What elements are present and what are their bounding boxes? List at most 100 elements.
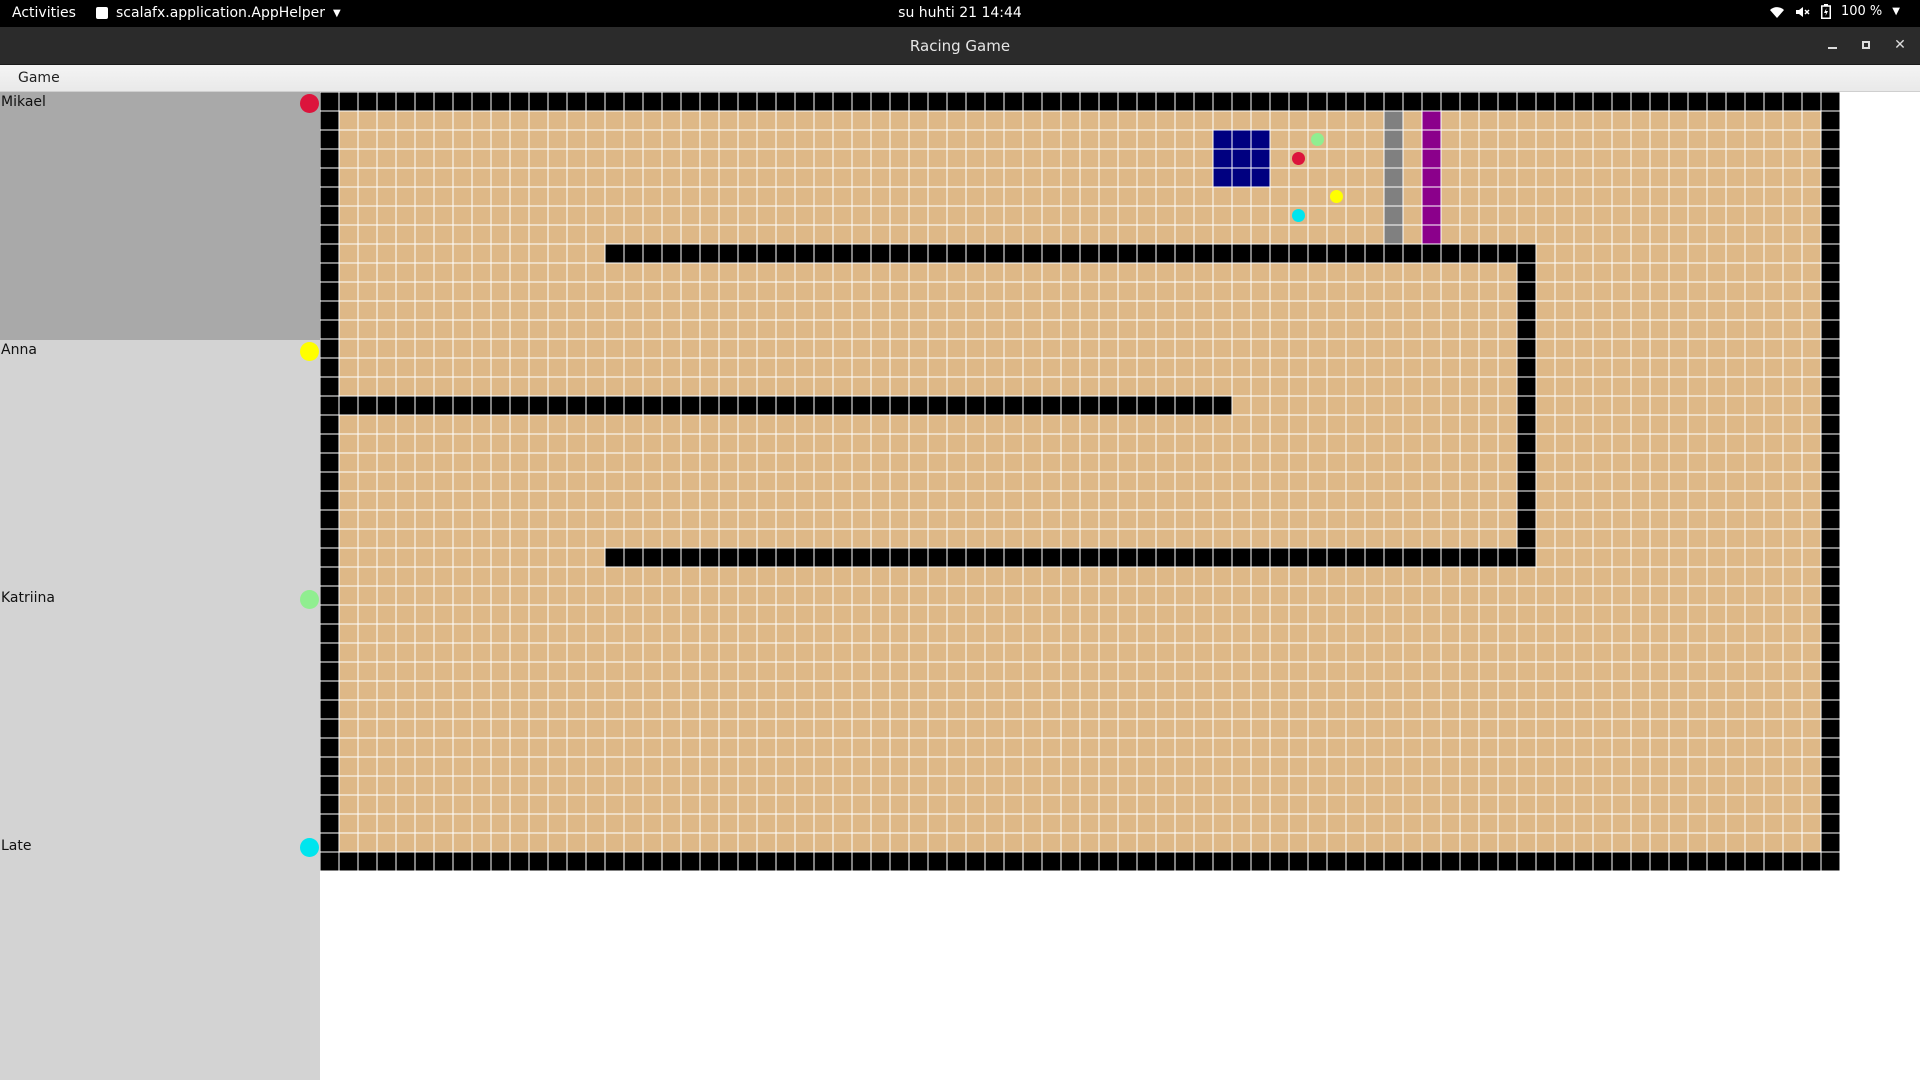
wall-cell — [320, 453, 339, 472]
battery-icon — [1820, 4, 1831, 19]
minimize-icon — [1827, 47, 1837, 49]
start-position-cell — [1213, 149, 1232, 168]
wall-cell — [567, 92, 586, 111]
wall-cell — [1821, 282, 1840, 301]
wall-cell — [1099, 396, 1118, 415]
close-button[interactable]: ✕ — [1892, 35, 1908, 55]
system-tray[interactable]: 100 % ▼ — [1769, 4, 1900, 19]
wall-cell — [1365, 548, 1384, 567]
wall-cell — [662, 548, 681, 567]
app-menu[interactable]: scalafx.application.AppHelper ▼ — [96, 5, 341, 21]
wall-cell — [1232, 548, 1251, 567]
wall-cell — [358, 852, 377, 871]
wall-cell — [1156, 852, 1175, 871]
wall-cell — [1080, 92, 1099, 111]
wall-cell — [320, 149, 339, 168]
player-color-dot — [300, 838, 319, 857]
wall-cell — [643, 852, 662, 871]
wall-cell — [681, 852, 700, 871]
wall-cell — [1365, 852, 1384, 871]
wall-cell — [1821, 415, 1840, 434]
minimize-button[interactable] — [1824, 35, 1840, 55]
game-board[interactable] — [320, 92, 1840, 1080]
wall-cell — [928, 852, 947, 871]
wall-cell — [1327, 92, 1346, 111]
wall-cell — [586, 92, 605, 111]
wall-cell — [1821, 111, 1840, 130]
wall-cell — [1384, 852, 1403, 871]
wall-cell — [681, 396, 700, 415]
wall-cell — [320, 130, 339, 149]
wall-cell — [320, 738, 339, 757]
car-mikael — [1292, 152, 1305, 165]
wall-cell — [1308, 92, 1327, 111]
start-position-cell — [1213, 130, 1232, 149]
wall-cell — [814, 548, 833, 567]
wall-cell — [1270, 852, 1289, 871]
wall-cell — [453, 92, 472, 111]
wall-cell — [700, 548, 719, 567]
wall-cell — [1821, 719, 1840, 738]
wall-cell — [890, 852, 909, 871]
wall-cell — [1175, 92, 1194, 111]
menu-game[interactable]: Game — [18, 70, 60, 86]
clock[interactable]: su huhti 21 14:44 — [898, 5, 1022, 21]
wall-cell — [1821, 168, 1840, 187]
wall-cell — [1137, 92, 1156, 111]
wall-cell — [1688, 92, 1707, 111]
wall-cell — [1099, 852, 1118, 871]
wall-cell — [795, 92, 814, 111]
wall-cell — [320, 491, 339, 510]
wall-cell — [320, 681, 339, 700]
finish-line-cell — [1422, 149, 1441, 168]
wall-cell — [1650, 92, 1669, 111]
wall-cell — [871, 852, 890, 871]
wall-cell — [1821, 529, 1840, 548]
wall-cell — [928, 244, 947, 263]
wall-cell — [605, 852, 624, 871]
wall-cell — [1042, 396, 1061, 415]
start-position-cell — [1232, 130, 1251, 149]
wall-cell — [1346, 852, 1365, 871]
wall-cell — [1821, 301, 1840, 320]
wall-cell — [1821, 263, 1840, 282]
activities-button[interactable]: Activities — [12, 5, 76, 21]
wall-cell — [1574, 852, 1593, 871]
wall-cell — [1042, 548, 1061, 567]
wall-cell — [909, 396, 928, 415]
wall-cell — [662, 244, 681, 263]
wall-cell — [852, 92, 871, 111]
wall-cell — [1384, 548, 1403, 567]
wall-cell — [320, 111, 339, 130]
maximize-button[interactable] — [1858, 35, 1874, 55]
wall-cell — [320, 719, 339, 738]
wall-cell — [662, 92, 681, 111]
wall-cell — [1080, 396, 1099, 415]
wall-cell — [757, 548, 776, 567]
wall-cell — [605, 396, 624, 415]
wall-cell — [320, 643, 339, 662]
window-titlebar[interactable]: Racing Game ✕ — [0, 27, 1920, 65]
wall-cell — [320, 624, 339, 643]
track-grid[interactable] — [320, 92, 1840, 1080]
wall-cell — [1612, 852, 1631, 871]
wall-cell — [1821, 510, 1840, 529]
wall-cell — [871, 548, 890, 567]
wall-cell — [1821, 453, 1840, 472]
wall-cell — [377, 92, 396, 111]
wall-cell — [1289, 244, 1308, 263]
wall-cell — [1384, 244, 1403, 263]
wall-cell — [738, 92, 757, 111]
wall-cell — [320, 586, 339, 605]
wall-cell — [852, 244, 871, 263]
wall-cell — [1118, 548, 1137, 567]
wall-cell — [700, 396, 719, 415]
player-name: Anna — [1, 342, 37, 358]
wall-cell — [1384, 92, 1403, 111]
wall-cell — [586, 852, 605, 871]
wall-cell — [1517, 472, 1536, 491]
wall-cell — [909, 92, 928, 111]
wall-cell — [1042, 244, 1061, 263]
wall-cell — [1061, 92, 1080, 111]
wall-cell — [320, 605, 339, 624]
